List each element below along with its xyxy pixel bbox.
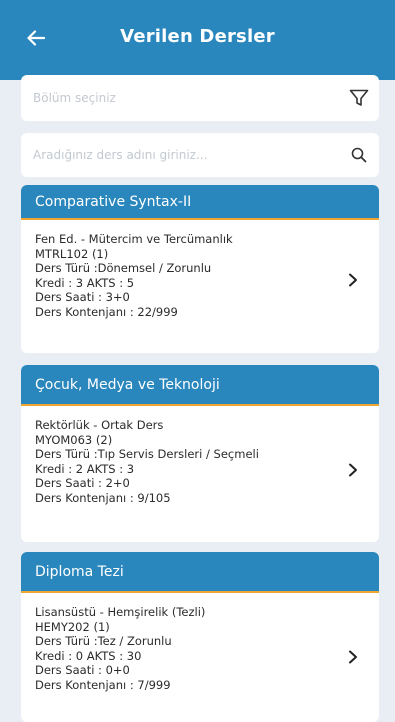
course-unit: Rektörlük - Ortak Ders — [35, 418, 164, 432]
course-code: MTRL102 (1) — [35, 246, 109, 261]
course-code: MYOM063 (2) — [35, 432, 113, 447]
course-detail-button[interactable] — [343, 647, 363, 667]
course-credits: Kredi : 0 AKTS : 30 — [35, 648, 142, 663]
course-type: Ders Türü :Dönemsel / Zorunlu — [35, 261, 212, 276]
chevron-right-icon — [349, 273, 357, 287]
course-quota: Ders Kontenjanı : 22/999 — [35, 304, 178, 319]
course-code: HEMY202 (1) — [35, 619, 110, 634]
course-card[interactable]: Çocuk, Medya ve Teknoloji Rektörlük - Or… — [21, 365, 379, 542]
course-hours: Ders Saati : 2+0 — [35, 476, 130, 491]
filter-button[interactable] — [339, 89, 379, 107]
filter-icon — [349, 89, 369, 106]
course-credits: Kredi : 3 AKTS : 5 — [35, 275, 135, 290]
course-unit: Lisansüstü - Hemşirelik (Tezli) — [35, 605, 206, 619]
course-unit: Fen Ed. - Mütercim ve Tercümanlık — [35, 232, 233, 246]
course-title: Diploma Tezi — [21, 552, 379, 593]
search-button[interactable] — [339, 147, 379, 163]
course-hours: Ders Saati : 0+0 — [35, 663, 130, 678]
course-search[interactable] — [21, 133, 379, 177]
course-details: Lisansüstü - Hemşirelik (Tezli) HEMY202 … — [21, 593, 379, 693]
app-header: Verilen Dersler — [0, 0, 395, 80]
course-hours: Ders Saati : 3+0 — [35, 290, 130, 305]
chevron-right-icon — [349, 463, 357, 477]
course-type: Ders Türü :Tıp Servis Dersleri / Seçmeli — [35, 447, 259, 462]
course-details: Fen Ed. - Mütercim ve Tercümanlık MTRL10… — [21, 220, 379, 320]
page-title: Verilen Dersler — [120, 26, 275, 47]
course-detail-button[interactable] — [343, 270, 363, 290]
course-card[interactable]: Diploma Tezi Lisansüstü - Hemşirelik (Te… — [21, 552, 379, 722]
course-detail-button[interactable] — [343, 460, 363, 480]
search-input[interactable] — [21, 133, 339, 177]
course-type: Ders Türü :Tez / Zorunlu — [35, 634, 172, 649]
course-title: Comparative Syntax-II — [21, 185, 379, 220]
course-title: Çocuk, Medya ve Teknoloji — [21, 365, 379, 406]
search-icon — [351, 147, 367, 163]
course-card[interactable]: Comparative Syntax-II Fen Ed. - Mütercim… — [21, 185, 379, 353]
department-input[interactable] — [21, 75, 339, 121]
course-credits: Kredi : 2 AKTS : 3 — [35, 461, 135, 476]
department-select[interactable] — [21, 75, 379, 121]
course-quota: Ders Kontenjanı : 7/999 — [35, 677, 171, 692]
course-details: Rektörlük - Ortak Ders MYOM063 (2) Ders … — [21, 406, 379, 506]
chevron-right-icon — [349, 650, 357, 664]
course-quota: Ders Kontenjanı : 9/105 — [35, 490, 171, 505]
